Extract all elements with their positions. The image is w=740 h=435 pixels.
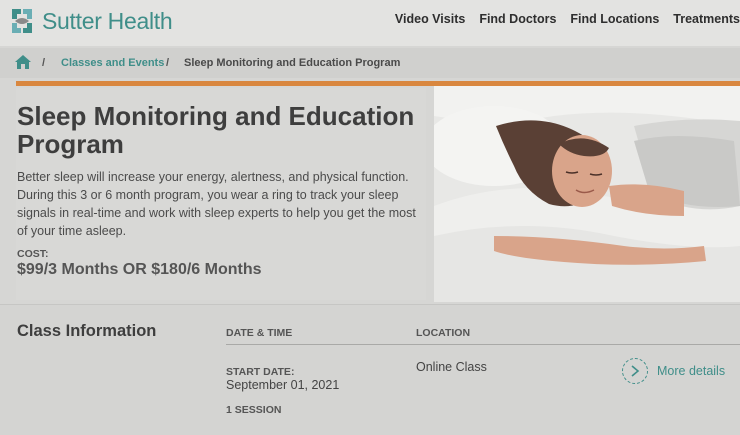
nav-find-doctors[interactable]: Find Doctors [479, 12, 556, 26]
nav-video-visits[interactable]: Video Visits [395, 12, 465, 26]
home-icon[interactable] [15, 55, 31, 69]
nav-treatments[interactable]: Treatments [673, 12, 740, 26]
breadcrumb-current-page: Sleep Monitoring and Education Program [184, 57, 401, 69]
cost-label: COST: [17, 248, 49, 260]
more-details-label[interactable]: More details [657, 364, 725, 378]
hero-image [434, 86, 740, 302]
start-date-value: September 01, 2021 [226, 378, 340, 392]
divider [226, 344, 740, 345]
brand-name: Sutter Health [42, 7, 173, 34]
site-header: Sutter Health Video Visits Find Doctors … [0, 0, 740, 46]
session-count: 1 SESSION [226, 404, 282, 416]
class-information-title: Class Information [17, 322, 157, 340]
date-time-header: DATE & TIME [226, 327, 293, 339]
start-date-label: START DATE: [226, 366, 295, 378]
breadcrumb-separator: / [42, 57, 46, 69]
breadcrumb-separator: / [166, 57, 170, 69]
cost-value: $99/3 Months OR $180/6 Months [17, 261, 262, 278]
more-details-link[interactable]: More details [622, 358, 725, 384]
sutter-logo-icon [12, 9, 32, 33]
page-title: Sleep Monitoring and Education Program [17, 101, 415, 159]
location-header: LOCATION [416, 327, 471, 339]
nav-find-locations[interactable]: Find Locations [570, 12, 659, 26]
chevron-right-icon[interactable] [622, 358, 648, 384]
breadcrumb: / Classes and Events / Sleep Monitoring … [0, 48, 740, 78]
program-description: Better sleep will increase your energy, … [17, 170, 416, 238]
breadcrumb-classes-events[interactable]: Classes and Events [61, 57, 164, 69]
main-nav: Video Visits Find Doctors Find Locations… [381, 12, 740, 26]
logo[interactable]: Sutter Health [6, 5, 173, 37]
location-value: Online Class [416, 360, 487, 374]
sleeping-woman-photo [434, 86, 740, 302]
